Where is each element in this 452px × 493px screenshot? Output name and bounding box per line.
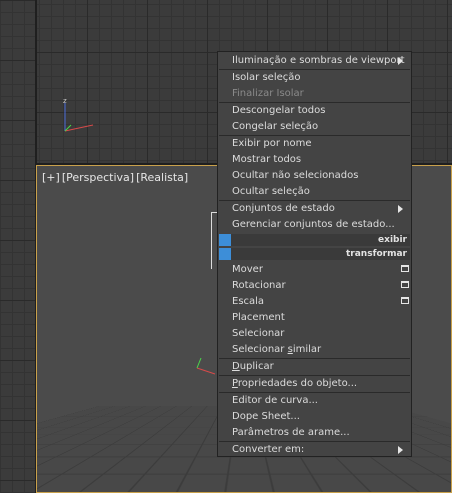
- axis-gizmo-top: z: [63, 97, 94, 132]
- menu-item-viewport-lighting[interactable]: Iluminação e sombras de viewport: [218, 53, 411, 68]
- quad-swatch: [219, 234, 231, 246]
- menu-item-select[interactable]: Selecionar: [218, 326, 411, 341]
- menu-item-state-sets[interactable]: Conjuntos de estado: [218, 201, 411, 216]
- menu-item-manage-state-sets[interactable]: Gerenciar conjuntos de estado...: [218, 217, 411, 232]
- menu-item-dope-sheet[interactable]: Dope Sheet...: [218, 409, 411, 424]
- menu-item-clone[interactable]: Duplicar: [218, 359, 411, 374]
- menu-item-end-isolate: Finalizar Isolar: [232, 88, 304, 99]
- menu-item-object-properties[interactable]: Propriedades do objeto...: [218, 376, 411, 391]
- quad-context-menu: Iluminação e sombras de viewport Isolar …: [217, 51, 412, 457]
- settings-box-icon[interactable]: [401, 281, 409, 288]
- submenu-arrow-icon: [398, 205, 403, 213]
- menu-item-select-similar[interactable]: Selecionar similar: [218, 342, 411, 357]
- quad-header-transform[interactable]: transformar: [219, 248, 410, 260]
- viewport-menu-view[interactable]: [Perspectiva]: [62, 171, 134, 184]
- menu-item-unhide-by-name[interactable]: Exibir por nome: [218, 136, 411, 151]
- svg-text:z: z: [63, 97, 67, 105]
- menu-item-isolate-selection[interactable]: Isolar seleção: [218, 70, 411, 85]
- menu-item-hide-unselected[interactable]: Ocultar não selecionados: [218, 168, 411, 183]
- viewport-menu-plus[interactable]: [+]: [42, 171, 60, 184]
- menu-item-hide-selection[interactable]: Ocultar seleção: [218, 184, 411, 199]
- menu-item-convert-to[interactable]: Converter em:: [218, 442, 411, 457]
- menu-item-placement[interactable]: Placement: [218, 310, 411, 325]
- menu-item-unfreeze-all[interactable]: Descongelar todos: [218, 103, 411, 118]
- menu-item-wire-parameters[interactable]: Parâmetros de arame...: [218, 425, 411, 440]
- menu-item-unhide-all[interactable]: Mostrar todos: [218, 152, 411, 167]
- quad-label-display: exibir: [378, 235, 407, 245]
- menu-item-move[interactable]: Mover: [218, 262, 411, 277]
- left-viewport[interactable]: [0, 0, 35, 493]
- settings-box-icon[interactable]: [401, 265, 409, 272]
- quad-header-display[interactable]: exibir: [219, 234, 410, 246]
- submenu-arrow-icon: [398, 57, 403, 65]
- menu-item-rotate[interactable]: Rotacionar: [218, 278, 411, 293]
- submenu-arrow-icon: [398, 446, 403, 454]
- menu-item-curve-editor[interactable]: Editor de curva...: [218, 393, 411, 408]
- viewport-menu-shading[interactable]: [Realista]: [136, 171, 188, 184]
- settings-box-icon[interactable]: [401, 297, 409, 304]
- menu-item-freeze-selection[interactable]: Congelar seleção: [218, 119, 411, 134]
- quad-swatch: [219, 248, 231, 260]
- menu-item-scale[interactable]: Escala: [218, 294, 411, 309]
- viewport-label: [+] [Perspectiva] [Realista]: [42, 171, 190, 184]
- quad-label-transform: transformar: [345, 249, 407, 259]
